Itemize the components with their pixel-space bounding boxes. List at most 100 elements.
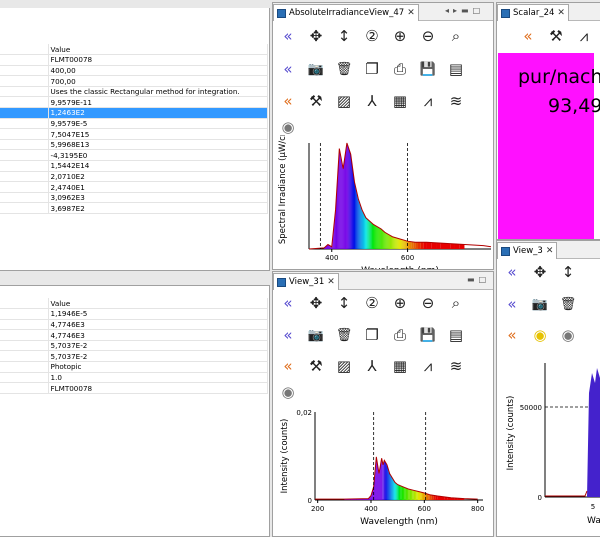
- table-row[interactable]: 700,00: [0, 75, 268, 87]
- figure-icon[interactable]: ⅄: [361, 355, 383, 377]
- back-icon[interactable]: «: [277, 58, 299, 80]
- up-down-icon[interactable]: ↕: [333, 25, 355, 47]
- back-icon[interactable]: «: [517, 25, 539, 47]
- move-icon[interactable]: ✥: [305, 292, 327, 314]
- tab-view-3[interactable]: View_3 ✕: [497, 242, 558, 259]
- spectrum-fill-segment: [386, 233, 388, 249]
- table-row[interactable]: 1,5442E14: [0, 160, 268, 172]
- figure-icon[interactable]: ⅄: [361, 90, 383, 112]
- table-row[interactable]: 1,1946E-5: [0, 308, 268, 320]
- peak-icon[interactable]: ⩘: [573, 25, 595, 47]
- table-row[interactable]: 9,9579E-5: [0, 118, 268, 130]
- spectrum-fill-segment: [388, 469, 389, 500]
- back-icon[interactable]: «: [501, 324, 523, 346]
- property-value-cell: 1.0: [48, 372, 268, 384]
- table-row[interactable]: FLMT00078: [0, 54, 268, 66]
- tab-absolute-irradiance[interactable]: AbsoluteIrradianceView_47 ✕: [273, 4, 419, 21]
- table-row[interactable]: -4,3195E0: [0, 149, 268, 162]
- zoom-in-icon[interactable]: ⊕: [389, 25, 411, 47]
- zoom-reset-icon[interactable]: ②: [361, 25, 383, 47]
- close-icon[interactable]: ✕: [546, 246, 554, 256]
- spectrum-fill-segment: [394, 237, 396, 249]
- table-row[interactable]: 4,7746E3: [0, 329, 268, 341]
- close-icon[interactable]: ✕: [327, 277, 335, 287]
- maximize-icon[interactable]: □: [473, 6, 481, 15]
- zoom-out-icon[interactable]: ⊖: [417, 292, 439, 314]
- table-row[interactable]: Photopic: [0, 361, 268, 373]
- tools-icon[interactable]: ⚒: [545, 25, 567, 47]
- up-down-icon[interactable]: ↕: [557, 261, 579, 283]
- table-header-row[interactable]: Value: [0, 44, 268, 56]
- up-down-icon[interactable]: ↕: [333, 292, 355, 314]
- tools-icon[interactable]: ⚒: [305, 90, 327, 112]
- table-header-row[interactable]: Value: [0, 298, 268, 310]
- chart-icon[interactable]: ▨: [333, 355, 355, 377]
- camera-icon[interactable]: 📷: [305, 324, 327, 346]
- copy-icon[interactable]: ❐: [361, 58, 383, 80]
- tab-view-31[interactable]: View_31 ✕: [273, 273, 339, 290]
- move-icon[interactable]: ✥: [529, 261, 551, 283]
- minimize-icon[interactable]: ▬: [467, 275, 475, 284]
- back-icon[interactable]: «: [277, 25, 299, 47]
- back-icon[interactable]: «: [277, 90, 299, 112]
- peak-icon[interactable]: ⩘: [417, 90, 439, 112]
- table-row[interactable]: 3,0962E3: [0, 192, 268, 204]
- search-icon[interactable]: ⌕: [445, 292, 467, 314]
- peak-icon[interactable]: ⩘: [417, 355, 439, 377]
- close-icon[interactable]: ✕: [407, 8, 415, 18]
- camera-icon[interactable]: 📷: [529, 293, 551, 315]
- trash-icon[interactable]: 🗑: [333, 58, 355, 80]
- table-row[interactable]: 5,7037E-2: [0, 350, 268, 363]
- wave-icon[interactable]: ≋: [445, 90, 467, 112]
- table-row[interactable]: 3,6987E2: [0, 202, 268, 214]
- table-row[interactable]: 2,4740E1: [0, 181, 268, 193]
- zoom-reset-icon[interactable]: ②: [361, 292, 383, 314]
- spectrum-fill-segment: [363, 211, 364, 249]
- book-icon[interactable]: ▤: [445, 324, 467, 346]
- back-icon[interactable]: «: [501, 261, 523, 283]
- print-icon[interactable]: ⎙: [389, 324, 411, 346]
- zoom-in-icon[interactable]: ⊕: [389, 292, 411, 314]
- tools-icon[interactable]: ⚒: [305, 355, 327, 377]
- nav-left-icon[interactable]: ◂: [445, 6, 449, 15]
- table-row[interactable]: 4,7746E3: [0, 319, 268, 331]
- tab-scalar-24[interactable]: Scalar_24 ✕: [497, 4, 569, 21]
- table-icon[interactable]: ▦: [389, 90, 411, 112]
- table-row[interactable]: 5,7037E-2: [0, 340, 268, 352]
- back-icon[interactable]: «: [501, 293, 523, 315]
- minimize-icon[interactable]: ▬: [461, 6, 469, 15]
- table-row[interactable]: 400,00: [0, 65, 268, 77]
- table-row[interactable]: 1.0: [0, 372, 268, 384]
- save-icon[interactable]: 💾: [417, 58, 439, 80]
- bulb-icon[interactable]: ◉: [557, 324, 579, 346]
- trash-icon[interactable]: 🗑: [333, 324, 355, 346]
- book-icon[interactable]: ▤: [445, 58, 467, 80]
- table-row[interactable]: 1,2463E2: [0, 107, 268, 119]
- table-row[interactable]: 9,9579E-11: [0, 96, 268, 109]
- move-icon[interactable]: ✥: [305, 25, 327, 47]
- table-row[interactable]: 5,9968E13: [0, 139, 268, 151]
- copy-icon[interactable]: ❐: [361, 324, 383, 346]
- table-row[interactable]: Uses the classic Rectangular method for …: [0, 86, 268, 98]
- print-icon[interactable]: ⎙: [389, 58, 411, 80]
- table-row[interactable]: FLMT00078: [0, 382, 268, 394]
- table-icon[interactable]: ▦: [389, 355, 411, 377]
- table-row[interactable]: 2,0710E2: [0, 171, 268, 183]
- trash-icon[interactable]: 🗑: [557, 293, 579, 315]
- search-icon[interactable]: ⌕: [445, 25, 467, 47]
- save-icon[interactable]: 💾: [417, 324, 439, 346]
- zoom-out-icon[interactable]: ⊖: [417, 25, 439, 47]
- chart-icon[interactable]: ▨: [333, 90, 355, 112]
- lightbulb-icon[interactable]: ◉: [529, 324, 551, 346]
- bulb-icon[interactable]: ◉: [277, 381, 299, 403]
- close-icon[interactable]: ✕: [557, 8, 565, 18]
- back-icon[interactable]: «: [277, 324, 299, 346]
- table-row[interactable]: 7,5047E15: [0, 128, 268, 140]
- nav-right-icon[interactable]: ▸: [453, 6, 457, 15]
- back-icon[interactable]: «: [277, 355, 299, 377]
- back-icon[interactable]: «: [277, 292, 299, 314]
- spectrum-fill-segment: [387, 467, 389, 500]
- wave-icon[interactable]: ≋: [445, 355, 467, 377]
- maximize-icon[interactable]: □: [479, 275, 487, 284]
- camera-icon[interactable]: 📷: [305, 58, 327, 80]
